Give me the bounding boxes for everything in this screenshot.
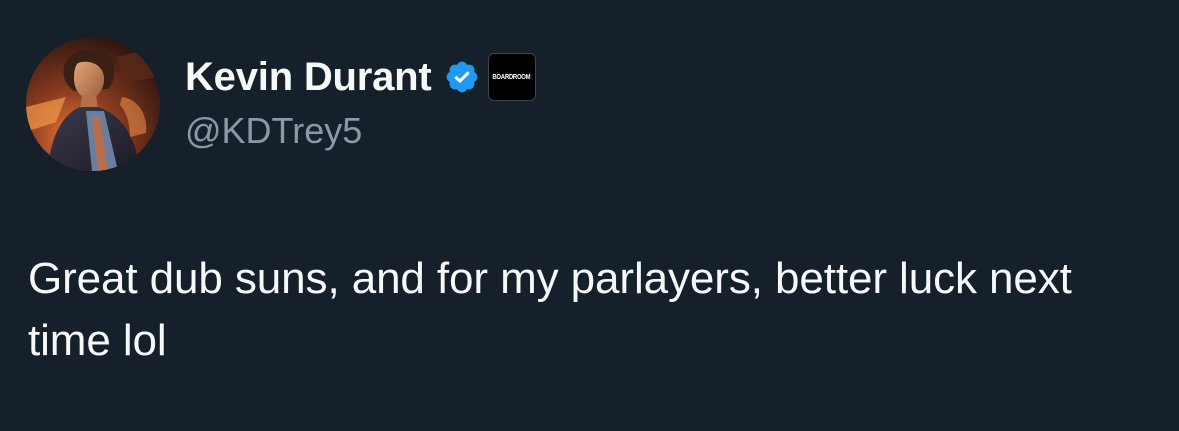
tweet-text: Great dub suns, and for my parlayers, be… [28,254,1084,365]
author-name-row: Kevin Durant BOARDROOM [185,52,536,102]
avatar-image [26,37,160,171]
affiliate-badge-label: BOARDROOM [492,73,531,81]
verified-badge-icon[interactable] [444,59,480,95]
author-display-name[interactable]: Kevin Durant [185,52,432,102]
profile-avatar[interactable] [26,37,160,171]
tweet-card: Kevin Durant BOARDROOM @KDTrey5 Great du… [0,0,1179,431]
affiliate-badge[interactable]: BOARDROOM [487,53,536,101]
author-handle[interactable]: @KDTrey5 [185,109,362,153]
